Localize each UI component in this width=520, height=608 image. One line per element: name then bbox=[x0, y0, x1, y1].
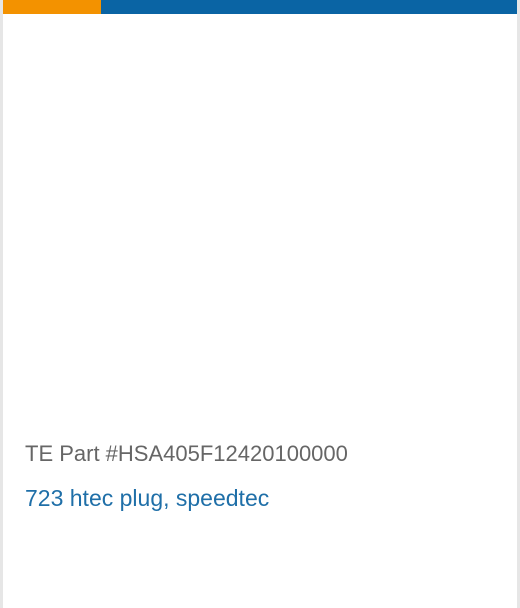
accent-bar-orange bbox=[3, 0, 101, 14]
part-number-text: TE Part #HSA405F12420100000 bbox=[25, 441, 348, 466]
product-card[interactable]: TE Part #HSA405F12420100000 723 htec plu… bbox=[0, 0, 520, 608]
product-name-link[interactable]: 723 htec plug, speedtec bbox=[25, 483, 269, 513]
accent-bar-blue bbox=[101, 0, 517, 14]
card-accent-bar bbox=[3, 0, 517, 14]
product-image-area[interactable] bbox=[3, 14, 517, 414]
